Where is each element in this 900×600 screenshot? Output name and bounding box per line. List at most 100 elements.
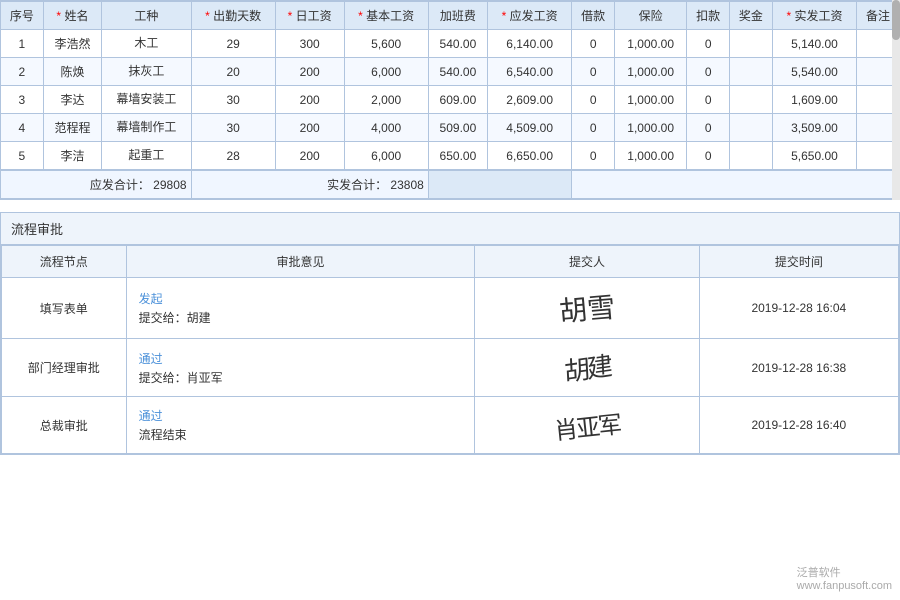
workflow-node-name: 部门经理审批 <box>2 339 127 397</box>
table-cell: 1 <box>1 30 44 58</box>
wf-col-node: 流程节点 <box>2 246 127 278</box>
table-cell <box>730 58 773 86</box>
workflow-header-row: 流程节点 审批意见 提交人 提交时间 <box>2 246 899 278</box>
table-cell: 300 <box>275 30 344 58</box>
col-base-wage: 基本工资 <box>344 2 428 30</box>
table-cell: 木工 <box>102 30 191 58</box>
table-cell: 李洁 <box>43 142 101 171</box>
opinion-line2: 流程结束 <box>139 426 463 443</box>
table-cell: 2 <box>1 58 44 86</box>
table-cell: 6,650.00 <box>488 142 572 171</box>
table-cell: 0 <box>572 142 615 171</box>
table-cell: 30 <box>191 114 275 142</box>
table-cell: 29 <box>191 30 275 58</box>
table-cell: 4 <box>1 114 44 142</box>
salary-table: 序号 姓名 工种 出勤天数 日工资 基本工资 加班费 应发工资 借款 保险 扣款… <box>0 1 900 200</box>
workflow-signature: 胡雪 <box>475 278 699 339</box>
col-overtime: 加班费 <box>428 2 487 30</box>
table-cell: 1,609.00 <box>772 86 856 114</box>
table-cell: 3 <box>1 86 44 114</box>
table-row: 1李浩然木工293005,600540.006,140.0001,000.000… <box>1 30 900 58</box>
wf-col-submitter: 提交人 <box>475 246 699 278</box>
table-cell: 509.00 <box>428 114 487 142</box>
table-cell: 6,140.00 <box>488 30 572 58</box>
table-cell: 0 <box>572 86 615 114</box>
table-cell <box>730 86 773 114</box>
table-cell: 0 <box>687 114 730 142</box>
table-cell: 1,000.00 <box>615 114 687 142</box>
signature-text: 胡建 <box>563 346 611 389</box>
table-cell: 30 <box>191 86 275 114</box>
table-cell: 1,000.00 <box>615 30 687 58</box>
workflow-submit-time: 2019-12-28 16:38 <box>699 339 898 397</box>
scrollbar-thumb[interactable] <box>892 0 900 40</box>
table-cell: 200 <box>275 114 344 142</box>
workflow-submit-time: 2019-12-28 16:04 <box>699 278 898 339</box>
workflow-opinion: 发起提交给：胡建 <box>126 278 475 339</box>
table-cell: 2,000 <box>344 86 428 114</box>
table-row: 4范程程幕墙制作工302004,000509.004,509.0001,000.… <box>1 114 900 142</box>
col-insurance: 保险 <box>615 2 687 30</box>
workflow-row: 部门经理审批通过提交给：肖亚军 胡建 2019-12-28 16:38 <box>2 339 899 397</box>
table-cell: 28 <box>191 142 275 171</box>
workflow-node-name: 总裁审批 <box>2 397 127 454</box>
table-cell: 0 <box>687 142 730 171</box>
workflow-opinion: 通过流程结束 <box>126 397 475 454</box>
col-seq: 序号 <box>1 2 44 30</box>
opinion-line1: 通过 <box>139 407 463 424</box>
table-cell: 6,540.00 <box>488 58 572 86</box>
opinion-line2: 提交给：肖亚军 <box>139 369 463 386</box>
table-cell: 范程程 <box>43 114 101 142</box>
table-cell: 1,000.00 <box>615 58 687 86</box>
col-daily-wage: 日工资 <box>275 2 344 30</box>
workflow-title: 流程审批 <box>1 213 899 245</box>
signature-text: 胡雪 <box>557 286 616 331</box>
workflow-signature: 肖亚军 <box>475 397 699 454</box>
table-cell: 609.00 <box>428 86 487 114</box>
table-cell: 200 <box>275 86 344 114</box>
workflow-signature: 胡建 <box>475 339 699 397</box>
table-cell: 5,650.00 <box>772 142 856 171</box>
col-days: 出勤天数 <box>191 2 275 30</box>
workflow-opinion: 通过提交给：肖亚军 <box>126 339 475 397</box>
opinion-line2: 提交给：胡建 <box>139 309 463 326</box>
table-cell: 20 <box>191 58 275 86</box>
table-cell: 4,509.00 <box>488 114 572 142</box>
table-cell: 陈焕 <box>43 58 101 86</box>
table-cell <box>730 142 773 171</box>
table-cell: 6,000 <box>344 58 428 86</box>
actual-label: 实发合计： <box>327 178 387 192</box>
table-cell: 540.00 <box>428 58 487 86</box>
workflow-submit-time: 2019-12-28 16:40 <box>699 397 898 454</box>
table-cell: 540.00 <box>428 30 487 58</box>
opinion-line1: 通过 <box>139 350 463 367</box>
table-cell: 200 <box>275 142 344 171</box>
table-cell: 幕墙安装工 <box>102 86 191 114</box>
signature-text: 肖亚军 <box>552 404 621 446</box>
table-cell: 5,540.00 <box>772 58 856 86</box>
table-row: 5李洁起重工282006,000650.006,650.0001,000.000… <box>1 142 900 171</box>
workflow-row: 填写表单发起提交给：胡建胡雪2019-12-28 16:04 <box>2 278 899 339</box>
summary-row: 应发合计： 29808 实发合计： 23808 <box>1 170 900 199</box>
table-cell <box>730 114 773 142</box>
table-cell: 起重工 <box>102 142 191 171</box>
table-cell <box>730 30 773 58</box>
workflow-section: 流程审批 流程节点 审批意见 提交人 提交时间 填写表单发起提交给：胡建胡雪20… <box>0 212 900 455</box>
table-header-row: 序号 姓名 工种 出勤天数 日工资 基本工资 加班费 应发工资 借款 保险 扣款… <box>1 2 900 30</box>
salary-table-wrap: 序号 姓名 工种 出勤天数 日工资 基本工资 加班费 应发工资 借款 保险 扣款… <box>0 0 900 200</box>
table-cell: 0 <box>687 30 730 58</box>
table-cell: 6,000 <box>344 142 428 171</box>
col-actual-wage: 实发工资 <box>772 2 856 30</box>
table-cell: 650.00 <box>428 142 487 171</box>
table-cell: 4,000 <box>344 114 428 142</box>
table-cell: 1,000.00 <box>615 86 687 114</box>
table-cell: 5,140.00 <box>772 30 856 58</box>
table-row: 3李达幕墙安装工302002,000609.002,609.0001,000.0… <box>1 86 900 114</box>
table-cell: 0 <box>687 58 730 86</box>
table-cell: 李达 <box>43 86 101 114</box>
table-cell: 0 <box>572 58 615 86</box>
due-label: 应发合计： <box>90 178 150 192</box>
table-cell: 200 <box>275 58 344 86</box>
scrollbar-track[interactable] <box>892 0 900 200</box>
table-cell: 3,509.00 <box>772 114 856 142</box>
